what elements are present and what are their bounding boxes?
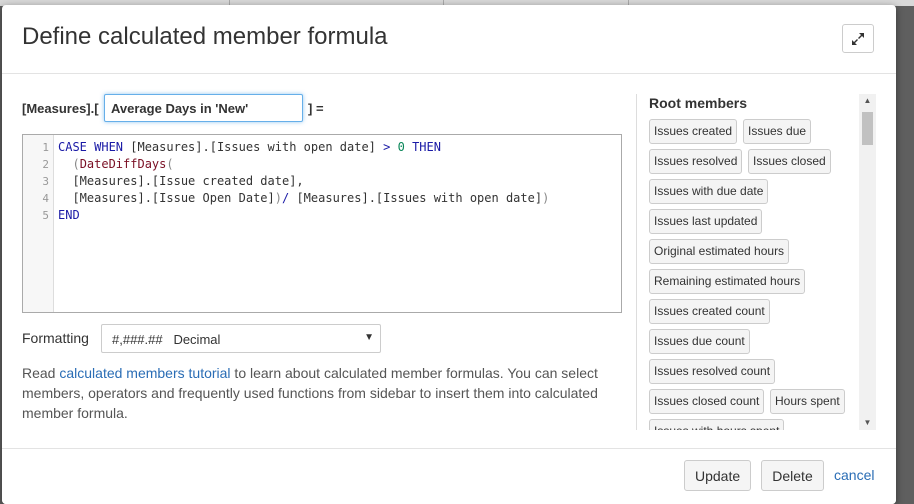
line-number: 5: [42, 209, 49, 222]
member-name-row: [Measures].[ ] =: [22, 93, 622, 123]
root-members-sidebar: Root members Issues created Issues due I…: [636, 94, 877, 430]
formatting-row: Formatting #,###.## Decimal ▼: [22, 323, 622, 353]
calculated-member-dialog: Define calculated member formula [Measur…: [2, 5, 896, 504]
member-prefix-label: [Measures].[: [22, 101, 99, 116]
member-chip[interactable]: Issues resolved count: [649, 359, 776, 384]
line-number: 4: [42, 192, 49, 205]
line-number-gutter: 1 2 3 4 5: [23, 135, 54, 312]
delete-button[interactable]: Delete: [761, 460, 824, 491]
code-line-3: [Measures].[Issue created date],: [58, 174, 304, 188]
member-chip[interactable]: Issues due count: [649, 329, 750, 354]
member-chip[interactable]: Remaining estimated hours: [649, 269, 806, 294]
member-chip[interactable]: Issues due: [743, 119, 812, 144]
scroll-up-arrow-icon[interactable]: ▲: [859, 94, 876, 108]
member-chip[interactable]: Issues resolved: [649, 149, 743, 174]
member-chip[interactable]: Hours spent: [770, 389, 845, 414]
formatting-label: Formatting: [22, 330, 89, 346]
line-number: 3: [42, 175, 49, 188]
dialog-header: Define calculated member formula: [2, 5, 896, 74]
code-line-2: (DateDiffDays(: [72, 157, 174, 171]
cancel-link[interactable]: cancel: [834, 467, 874, 483]
formula-code[interactable]: CASE WHEN [Measures].[Issues with open d…: [58, 139, 549, 224]
formatting-select[interactable]: #,###.## Decimal ▼: [101, 324, 381, 353]
formatting-selected-value: #,###.## Decimal: [112, 332, 221, 347]
sidebar-scrollbar[interactable]: ▲ ▼: [859, 94, 876, 430]
formula-editor[interactable]: 1 2 3 4 5 CASE WHEN [Measures].[Issues w…: [22, 134, 622, 313]
member-suffix-label: ] =: [308, 101, 324, 116]
code-line-5: END: [58, 208, 80, 222]
code-line-1: CASE WHEN [Measures].[Issues with open d…: [58, 140, 441, 154]
update-button[interactable]: Update: [684, 460, 751, 491]
member-chip[interactable]: Issues last updated: [649, 209, 763, 234]
member-chip[interactable]: Issues closed: [748, 149, 831, 174]
code-line-4: [Measures].[Issue Open Date])/ [Measures…: [58, 191, 550, 205]
member-chip[interactable]: Issues closed count: [649, 389, 765, 414]
sidebar-title: Root members: [649, 95, 748, 111]
member-chip[interactable]: Issues created count: [649, 299, 770, 324]
member-chip[interactable]: Original estimated hours: [649, 239, 790, 264]
member-name-input[interactable]: [104, 94, 303, 122]
tutorial-link[interactable]: calculated members tutorial: [59, 365, 230, 381]
dialog-title: Define calculated member formula: [22, 23, 388, 50]
member-chip[interactable]: Issues created: [649, 119, 738, 144]
scroll-down-arrow-icon[interactable]: ▼: [859, 416, 876, 430]
scrollbar-thumb[interactable]: [862, 112, 873, 145]
line-number: 2: [42, 158, 49, 171]
expand-button[interactable]: [842, 24, 874, 53]
line-number: 1: [42, 141, 49, 154]
expand-arrows-icon: [852, 32, 864, 45]
member-chip[interactable]: Issues with due date: [649, 179, 769, 204]
dialog-footer: Update Delete cancel: [2, 448, 896, 504]
dropdown-caret-icon: ▼: [364, 332, 374, 343]
member-chip[interactable]: Issues with hours spent: [649, 419, 785, 430]
help-text: Read calculated members tutorial to lear…: [22, 365, 598, 421]
